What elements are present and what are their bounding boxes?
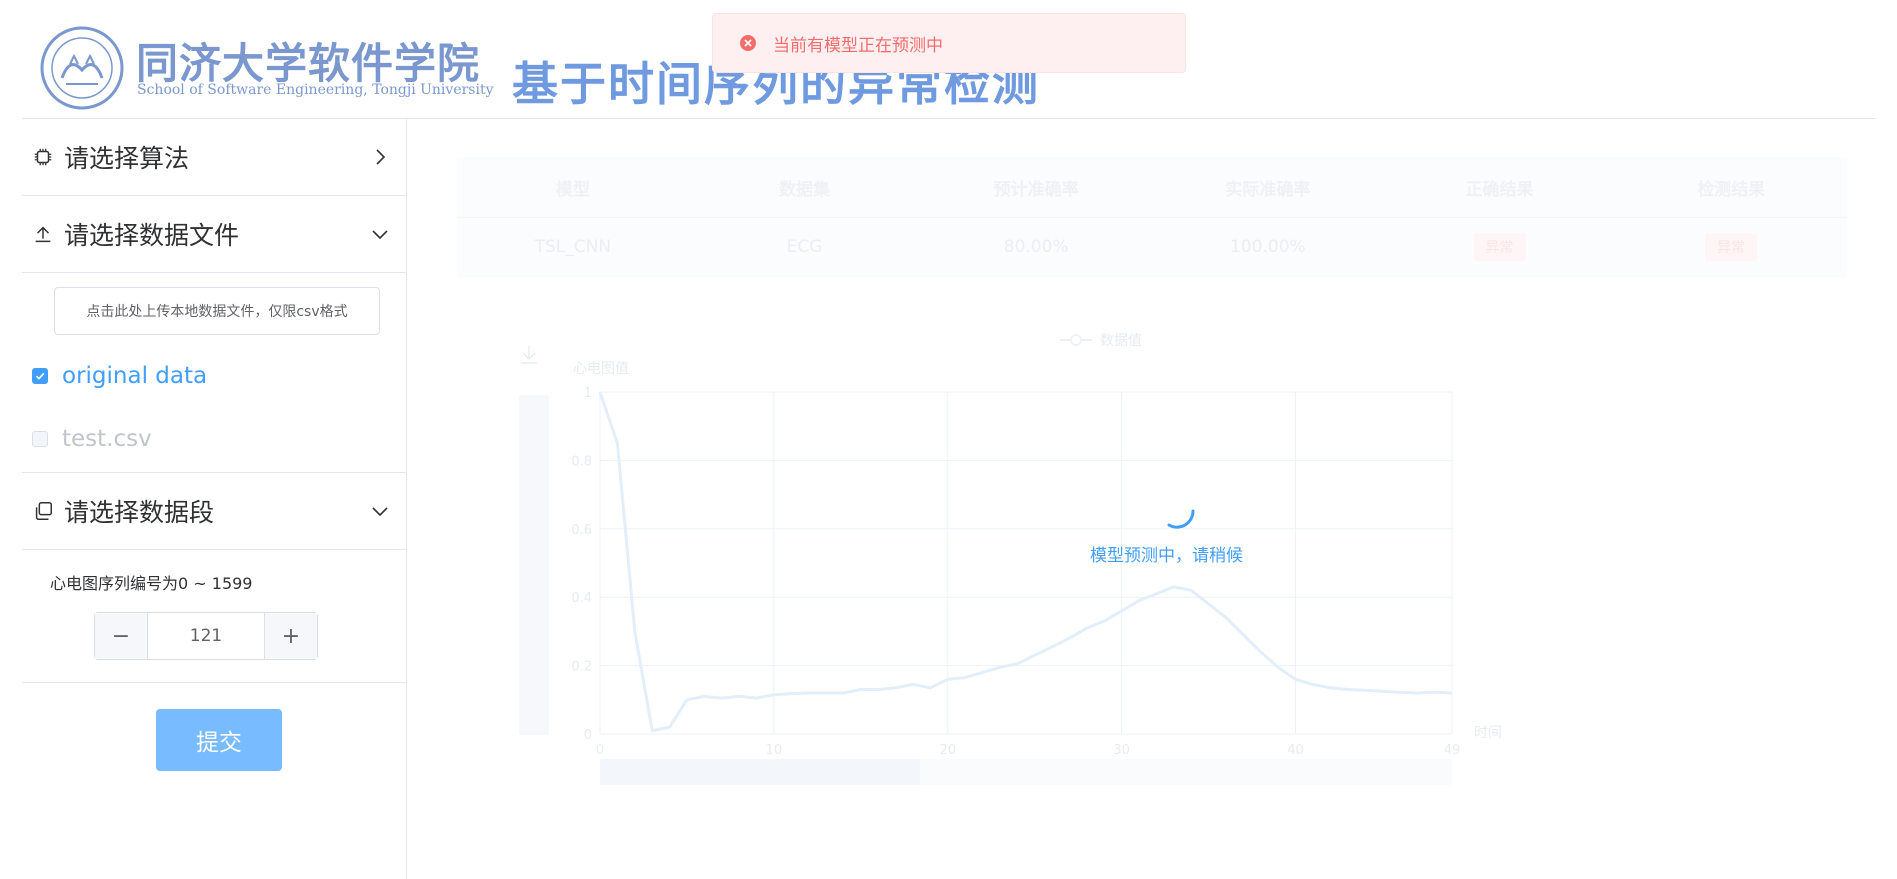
y-tick-label: 0.8 xyxy=(571,454,592,469)
table-cell: TSL_CNN xyxy=(534,237,612,257)
y-tick-label: 1 xyxy=(584,386,592,401)
series-line xyxy=(598,391,1453,733)
toast-message: 当前有模型正在预测中 xyxy=(773,35,943,56)
loading-spinner-icon xyxy=(1167,509,1195,529)
menu-segment[interactable]: 请选择数据段 xyxy=(22,472,406,550)
table-header-row: 模型 数据集 预计准确率 实际准确率 正确结果 检测结果 xyxy=(457,157,1847,218)
menu-algorithm-label: 请选择算法 xyxy=(64,144,190,173)
menu-segment-label: 请选择数据段 xyxy=(64,498,215,527)
table-cell: 80.00% xyxy=(1003,237,1069,257)
x-tick-label: 0 xyxy=(596,743,604,758)
table-cell: 100.00% xyxy=(1230,237,1306,257)
legend-label: 数据值 xyxy=(1100,333,1142,349)
x-zoom-window xyxy=(600,759,920,785)
segment-number-stepper: − 121 + xyxy=(94,612,318,660)
sidebar: 请选择算法 请选择数据文件 点击此处上传本地数据文件，仅限csv格式 origi… xyxy=(22,119,407,879)
result-table: 模型 数据集 预计准确率 实际准确率 正确结果 检测结果 TSL_CNN ECG… xyxy=(457,157,1847,277)
x-tick-label: 10 xyxy=(766,743,783,758)
main-panel: 模型 数据集 预计准确率 实际准确率 正确结果 检测结果 TSL_CNN ECG… xyxy=(407,119,1897,879)
menu-data-file[interactable]: 请选择数据文件 xyxy=(22,196,406,273)
table-header-cell: 数据集 xyxy=(779,179,830,200)
logo-english-name: School of Software Engineering, Tongji U… xyxy=(137,82,494,98)
file-option-test[interactable]: test.csv xyxy=(32,426,152,452)
y-tick-label: 0.2 xyxy=(571,660,592,675)
download-icon[interactable] xyxy=(521,346,537,364)
loading-text: 模型预测中，请稍候 xyxy=(1090,546,1243,566)
y-tick-label: 0.4 xyxy=(571,591,592,606)
decrement-button[interactable]: − xyxy=(95,613,148,659)
table-cell: 异常 xyxy=(1615,217,1847,277)
y-tick-label: 0.6 xyxy=(571,523,592,538)
error-circle-icon xyxy=(740,35,756,51)
sequence-range-text: 心电图序列编号为0 ~ 1599 xyxy=(50,574,253,593)
table-cell: ECG xyxy=(786,237,823,257)
y-axis-label: 心电图值 xyxy=(573,361,629,377)
segment-number-input[interactable]: 121 xyxy=(148,613,264,659)
x-tick-label: 30 xyxy=(1113,743,1130,758)
upload-file-button[interactable]: 点击此处上传本地数据文件，仅限csv格式 xyxy=(54,287,380,335)
chevron-down-icon xyxy=(372,230,388,240)
table-row: TSL_CNN ECG 80.00% 100.00% 异常 异常 xyxy=(457,217,1847,277)
ecg-line-chart: 数据值心电图值时间00.20.40.60.810 10 20 30 40 49 xyxy=(519,333,1502,785)
status-badge: 异常 xyxy=(1705,233,1758,261)
x-tick-label: 40 xyxy=(1287,743,1304,758)
x-tick-label: 49 xyxy=(1444,743,1461,758)
submit-button[interactable]: 提交 xyxy=(156,709,282,771)
table-header-cell: 实际准确率 xyxy=(1225,179,1311,200)
tongji-seal-logo xyxy=(40,26,124,110)
sidebar-divider xyxy=(22,682,406,683)
table-header-cell: 模型 xyxy=(555,179,590,200)
menu-data-file-label: 请选择数据文件 xyxy=(64,221,240,250)
chip-icon xyxy=(34,148,52,166)
increment-button[interactable]: + xyxy=(264,613,317,659)
table-header-cell: 预计准确率 xyxy=(993,179,1079,200)
legend-marker xyxy=(1070,334,1082,346)
table-header-cell: 检测结果 xyxy=(1697,179,1766,200)
copy-icon xyxy=(35,502,52,520)
upload-icon xyxy=(35,226,51,243)
file-option-original[interactable]: original data xyxy=(32,363,207,389)
table-header-cell: 正确结果 xyxy=(1465,179,1534,200)
y-tick-label: 0 xyxy=(584,728,592,743)
x-axis-label: 时间 xyxy=(1474,725,1502,741)
check-icon xyxy=(35,372,45,380)
chevron-right-icon xyxy=(376,149,386,165)
menu-algorithm[interactable]: 请选择算法 xyxy=(22,119,406,196)
checkbox-checked[interactable] xyxy=(32,368,48,384)
file-option-label: test.csv xyxy=(62,426,152,452)
status-badge: 异常 xyxy=(1473,233,1526,261)
x-tick-label: 20 xyxy=(939,743,956,758)
chevron-down-icon xyxy=(372,507,388,517)
table-cell: 异常 xyxy=(1384,217,1616,277)
file-option-label: original data xyxy=(62,363,208,389)
error-toast: 当前有模型正在预测中 xyxy=(712,13,1186,73)
checkbox-disabled[interactable] xyxy=(32,431,48,447)
y-zoom-slider xyxy=(519,395,549,735)
